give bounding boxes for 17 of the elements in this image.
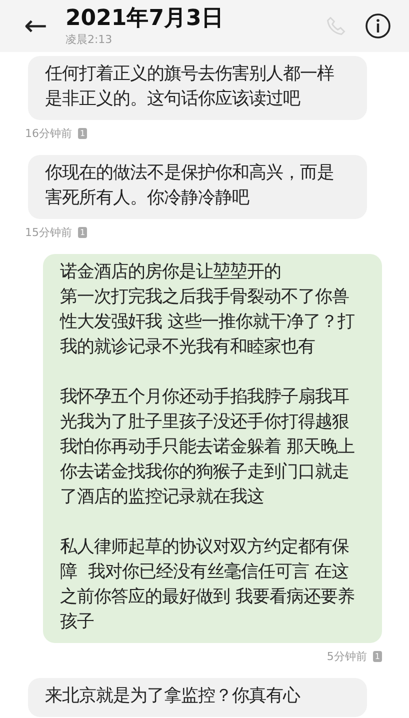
message-text: 任何打着正义的旗号去伤害别人都一样是非正义的。这句话你应该读过吧 <box>45 63 335 111</box>
info-icon[interactable] <box>365 13 391 39</box>
sim-badge: 1 <box>78 227 88 238</box>
message-text: 私人律师起草的协议对双方约定都有保障 我对你已经没有丝毫信任可言 在这之前你答应的最好做到 我要看病还要养孩子 <box>60 536 356 634</box>
sim-badge: 1 <box>372 651 382 662</box>
sim-badge: 1 <box>78 128 88 139</box>
message-time: 15分钟前 <box>25 225 72 240</box>
message-time: 5分钟前 <box>326 649 367 664</box>
message-text: 我怀孕五个月你还动手掐我脖子扇我耳光我为了肚子里孩子没还手你打得越狠我怕你再动手只能去诺金躲着 那天晚上你去诺金找我你的狗猴子走到门口就走了酒店的监控记录就在我这 <box>60 386 356 509</box>
message-text: 第一次打完我之后我手骨裂动不了你兽性大发强奸我 这些一推你就干净了？打我的就诊记录不光我有和睦家也有 <box>60 286 356 359</box>
message-time: 16分钟前 <box>25 126 72 141</box>
message-text: 来北京就是为了拿监控？你真有心 <box>45 685 302 708</box>
conversation-date: 2021年7月3日 <box>65 6 224 32</box>
message-text: 你现在的做法不是保护你和高兴，而是害死所有人。你冷静冷静吧 <box>45 162 335 210</box>
conversation-time: 凌晨2:13 <box>65 32 114 46</box>
message-text: 诺金酒店的房你是让堃堃开的 <box>60 261 282 284</box>
back-button[interactable]: ← <box>24 12 48 40</box>
